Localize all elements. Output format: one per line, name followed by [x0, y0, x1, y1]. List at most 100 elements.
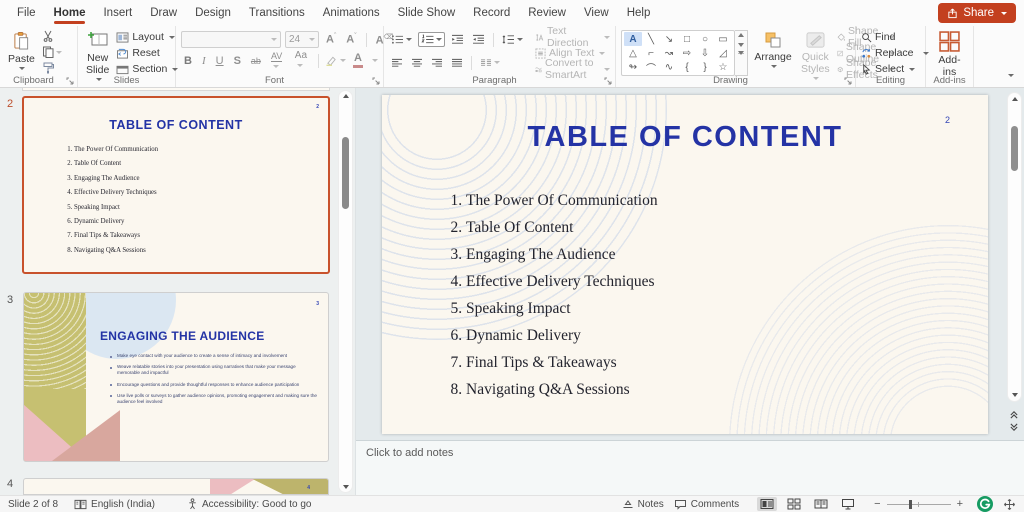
zoom-slider[interactable]	[887, 504, 951, 505]
shape-arc[interactable]: ⌒	[642, 60, 660, 74]
reading-view-button[interactable]	[811, 497, 831, 511]
layout-button[interactable]: Layout	[116, 30, 178, 44]
addins-button[interactable]: Add-ins	[931, 30, 968, 79]
clipboard-dialog-launcher-icon[interactable]	[66, 77, 74, 85]
slide-2-canvas[interactable]: 2 TABLE OF CONTENT The Power Of Communic…	[382, 95, 988, 434]
grow-font-button[interactable]: Aˆ	[323, 32, 339, 47]
toc-item[interactable]: Table Of Content	[466, 214, 658, 241]
quick-styles-button[interactable]: Quick Styles	[798, 30, 833, 81]
shape-corner[interactable]: ◿	[714, 46, 732, 60]
share-button[interactable]: Share	[938, 3, 1016, 23]
menu-slideshow[interactable]: Slide Show	[389, 2, 465, 25]
menu-home[interactable]: Home	[45, 2, 95, 25]
slide-toc-list[interactable]: The Power Of Communication Table Of Cont…	[444, 187, 658, 403]
shapes-scroll-up-icon[interactable]	[738, 33, 744, 37]
toc-item[interactable]: Navigating Q&A Sessions	[466, 376, 658, 403]
editor-scroll-up-icon[interactable]	[1012, 97, 1018, 101]
next-slide-button[interactable]	[1009, 423, 1019, 432]
increase-indent-button[interactable]	[470, 33, 487, 46]
shapes-gallery[interactable]: A ╲ ↘ □ ○ ▭ △ ⌐ ↝ ⇨ ⇩ ◿ ↬ ⌒ ∿ { } ☆	[621, 30, 735, 76]
slideshow-view-button[interactable]	[838, 497, 858, 511]
character-spacing-button[interactable]: AV	[268, 50, 288, 72]
text-direction-button[interactable]: Text Direction	[535, 30, 610, 44]
shape-star[interactable]: ☆	[714, 60, 732, 74]
shapes-more-icon[interactable]	[738, 53, 744, 73]
thumbnail-slide-4[interactable]: 4	[23, 478, 329, 495]
menu-animations[interactable]: Animations	[314, 2, 389, 25]
toc-item[interactable]: Effective Delivery Techniques	[466, 268, 658, 295]
toc-item[interactable]: Speaking Impact	[466, 295, 658, 322]
notes-placeholder[interactable]: Click to add notes	[366, 447, 453, 459]
thumbnail-scroll-up-icon[interactable]	[343, 94, 349, 98]
thumbnail-slide1-partial[interactable]	[22, 88, 330, 91]
copy-button[interactable]	[42, 46, 62, 58]
shape-textbox[interactable]: A	[624, 32, 642, 46]
arrange-button[interactable]: Arrange	[752, 30, 794, 69]
thumbnail-scrollbar[interactable]	[338, 90, 353, 493]
align-left-button[interactable]	[389, 57, 405, 69]
editor-scrollbar-thumb[interactable]	[1011, 126, 1018, 171]
menu-help[interactable]: Help	[618, 2, 660, 25]
font-dialog-launcher-icon[interactable]	[372, 77, 380, 85]
thumbnail-slide-2[interactable]: 2 TABLE OF CONTENT The Power Of Communic…	[22, 96, 330, 274]
thumbnail-scroll-down-icon[interactable]	[343, 485, 349, 489]
spell-check-item[interactable]: English (India)	[74, 499, 155, 510]
slide-sorter-view-button[interactable]	[784, 497, 804, 511]
change-case-button[interactable]: Aa	[292, 49, 312, 73]
slide-indicator[interactable]: Slide 2 of 8	[8, 499, 58, 510]
shape-curve-connector[interactable]: ↝	[660, 46, 678, 60]
section-button[interactable]: Section	[116, 62, 178, 76]
decrease-indent-button[interactable]	[449, 33, 466, 46]
menu-review[interactable]: Review	[519, 2, 575, 25]
normal-view-button[interactable]	[757, 497, 777, 511]
notes-panel[interactable]: Click to add notes	[356, 440, 1024, 495]
font-size-combobox[interactable]: 24	[285, 31, 319, 48]
shape-right-arrow[interactable]: ⇨	[678, 46, 696, 60]
drawing-dialog-launcher-icon[interactable]	[844, 77, 852, 85]
previous-slide-button[interactable]	[1009, 410, 1019, 419]
strikethrough-button[interactable]: ab	[248, 55, 264, 67]
toc-item[interactable]: Dynamic Delivery	[466, 322, 658, 349]
font-color-caret-icon[interactable]	[372, 59, 378, 62]
select-button[interactable]: Select	[861, 62, 929, 76]
shape-wave[interactable]: ∿	[660, 60, 678, 74]
zoom-slider-thumb[interactable]	[909, 500, 912, 509]
shape-elbow[interactable]: ⌐	[642, 46, 660, 60]
thumbnail-scrollbar-thumb[interactable]	[342, 137, 349, 209]
shape-rectangle[interactable]: □	[678, 32, 696, 46]
columns-button[interactable]	[478, 57, 502, 69]
collapse-ribbon-icon[interactable]	[1008, 74, 1014, 77]
underline-button[interactable]: U	[213, 54, 227, 68]
menu-transitions[interactable]: Transitions	[240, 2, 314, 25]
italic-button[interactable]: I	[199, 54, 209, 68]
editor-scrollbar[interactable]	[1007, 92, 1022, 402]
align-center-button[interactable]	[409, 57, 425, 69]
cut-button[interactable]	[42, 30, 62, 42]
zoom-in-button[interactable]: +	[957, 498, 963, 510]
comments-toggle[interactable]: Comments	[674, 499, 739, 510]
shape-oval[interactable]: ○	[696, 32, 714, 46]
numbering-button[interactable]	[418, 32, 445, 47]
font-color-button[interactable]: A	[350, 52, 366, 69]
shape-scribble[interactable]: ↬	[624, 60, 642, 74]
bold-button[interactable]: B	[181, 54, 195, 68]
shapes-scroll-down-icon[interactable]	[738, 43, 744, 47]
paste-button[interactable]: Paste	[5, 30, 38, 71]
notes-toggle[interactable]: Notes	[622, 499, 664, 510]
slide-title[interactable]: TABLE OF CONTENT	[382, 121, 988, 154]
replace-button[interactable]: Replace	[861, 46, 929, 60]
line-spacing-button[interactable]	[500, 33, 525, 46]
thumbnail-slide-3[interactable]: 3 ENGAGING THE AUDIENCE Make eye contact…	[23, 292, 329, 462]
shape-arrow[interactable]: ↘	[660, 32, 678, 46]
format-painter-button[interactable]	[42, 62, 62, 74]
toc-item[interactable]: Final Tips & Takeaways	[466, 349, 658, 376]
menu-file[interactable]: File	[8, 2, 45, 25]
menu-design[interactable]: Design	[186, 2, 240, 25]
align-right-button[interactable]	[429, 57, 445, 69]
shape-right-brace[interactable]: }	[696, 60, 714, 74]
menu-insert[interactable]: Insert	[94, 2, 141, 25]
find-button[interactable]: Find	[861, 30, 929, 44]
highlight-button[interactable]	[325, 55, 346, 66]
accessibility-item[interactable]: Accessibility: Good to go	[187, 498, 312, 510]
paragraph-dialog-launcher-icon[interactable]	[604, 77, 612, 85]
